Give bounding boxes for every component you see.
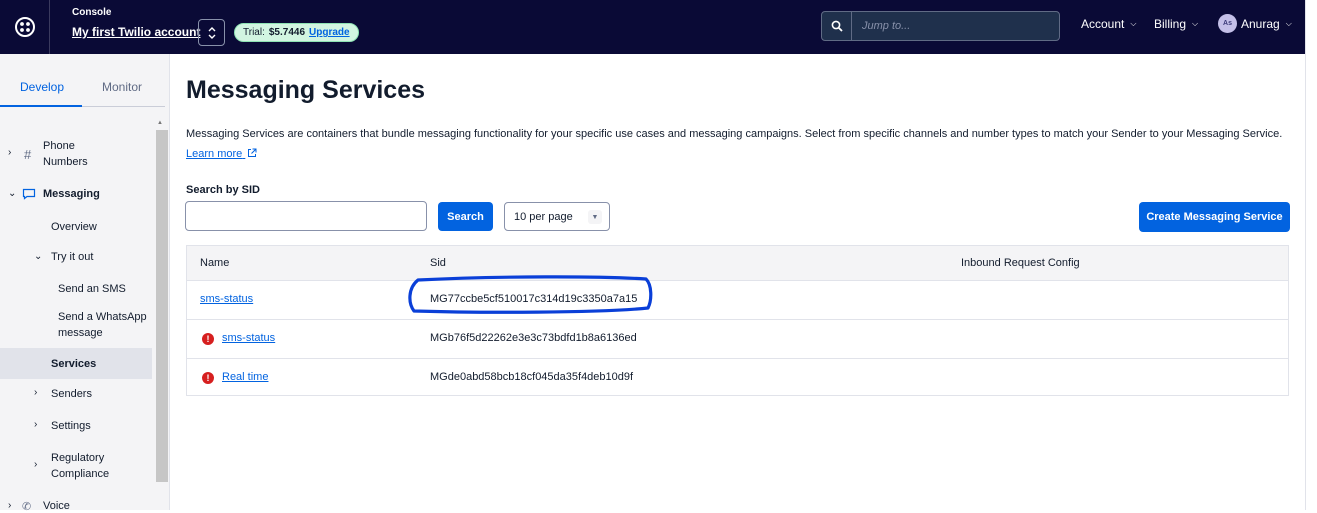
search-by-sid-label: Search by SID <box>186 184 260 196</box>
sidebar-item-regulatory-compliance[interactable]: Regulatory <box>51 452 104 464</box>
chevron-right-icon[interactable]: › <box>34 419 37 430</box>
service-sid: MGde0abd58bcb18cf045da35f4deb10d9f <box>430 371 634 383</box>
chevron-right-icon[interactable]: › <box>8 147 11 158</box>
sidebar-item-send-whatsapp-line2[interactable]: message <box>58 327 103 339</box>
account-switcher-button[interactable] <box>198 19 225 46</box>
table-row[interactable]: sms-status MG77ccbe5cf510017c314d19c3350… <box>187 281 1288 320</box>
billing-menu-label: Billing <box>1154 17 1187 31</box>
chevron-down-icon: ⌵ <box>1130 19 1137 28</box>
avatar[interactable]: As <box>1218 14 1237 33</box>
learn-more-label: Learn more <box>186 148 243 160</box>
sidebar-item-phone-numbers[interactable]: Phone <box>43 140 75 152</box>
account-menu-label: Account <box>1081 17 1125 31</box>
chevron-down-icon: ▼ <box>588 210 602 224</box>
page-description: Messaging Services are containers that b… <box>186 128 1283 140</box>
per-page-value: 10 per page <box>514 210 573 223</box>
user-name: Anurag <box>1241 17 1280 31</box>
messaging-services-table: Name Sid Inbound Request Config sms-stat… <box>186 245 1289 396</box>
table-row[interactable]: ! sms-status MGb76f5d22262e3e3c73bdfd1b8… <box>187 320 1288 359</box>
sidebar: Develop Monitor ▲ › # Phone Numbers ⌄ Me… <box>0 54 170 513</box>
service-name-link[interactable]: sms-status <box>200 293 253 305</box>
top-bar: Console My first Twilio account Trial: $… <box>0 0 1305 54</box>
service-sid: MG77ccbe5cf510017c314d19c3350a7a15 <box>430 293 638 305</box>
table-row[interactable]: ! Real time MGde0abd58bcb18cf045da35f4de… <box>187 359 1288 398</box>
twilio-logo-icon[interactable] <box>0 0 50 54</box>
sidebar-scrollbar-thumb[interactable] <box>156 130 168 482</box>
column-header-inbound-request-config: Inbound Request Config <box>961 257 1080 269</box>
sidebar-item-settings[interactable]: Settings <box>51 420 91 432</box>
sidebar-item-voice[interactable]: Voice <box>43 500 70 512</box>
chevron-right-icon[interactable]: › <box>34 459 37 470</box>
account-menu[interactable]: Account ⌵ <box>1081 17 1136 31</box>
console-label: Console <box>72 7 112 18</box>
sidebar-item-senders[interactable]: Senders <box>51 388 92 400</box>
chevron-down-icon: ⌵ <box>1285 19 1292 28</box>
error-icon: ! <box>202 333 214 345</box>
chevron-down-icon: ⌵ <box>1192 19 1199 28</box>
main-content: Messaging Services Messaging Services ar… <box>171 54 1305 510</box>
phone-icon: ✆ <box>22 501 32 513</box>
service-name-link[interactable]: sms-status <box>222 332 275 344</box>
jump-to-input[interactable] <box>853 12 1059 40</box>
trial-amount: $5.7446 <box>268 27 306 38</box>
user-menu[interactable]: Anurag ⌵ <box>1241 17 1292 31</box>
create-messaging-service-button[interactable]: Create Messaging Service <box>1139 202 1290 232</box>
account-name-link[interactable]: My first Twilio account <box>72 25 200 39</box>
sidebar-item-regulatory-compliance-line2[interactable]: Compliance <box>51 468 109 480</box>
billing-menu[interactable]: Billing ⌵ <box>1154 17 1198 31</box>
upgrade-link[interactable]: Upgrade <box>309 27 350 38</box>
learn-more-link[interactable]: Learn more <box>186 148 257 160</box>
per-page-select[interactable]: 10 per page ▼ <box>504 202 610 231</box>
chevron-down-icon[interactable]: ⌄ <box>34 251 42 262</box>
chevron-up-down-icon <box>208 26 215 39</box>
hash-icon: # <box>24 147 32 162</box>
external-link-icon <box>248 148 257 157</box>
chevron-right-icon[interactable]: › <box>8 500 11 511</box>
sidebar-item-send-sms[interactable]: Send an SMS <box>58 283 126 295</box>
chat-bubble-icon <box>22 188 36 203</box>
search-by-sid-input[interactable] <box>185 201 427 231</box>
search-icon <box>822 12 852 40</box>
sidebar-item-services[interactable]: Services <box>51 358 96 370</box>
tab-monitor[interactable]: Monitor <box>102 80 142 94</box>
sidebar-item-send-whatsapp[interactable]: Send a WhatsApp <box>58 311 147 323</box>
trial-prefix: Trial: <box>243 27 265 38</box>
sidebar-item-try-it-out[interactable]: Try it out <box>51 251 93 263</box>
sidebar-tabs: Develop Monitor <box>0 54 165 108</box>
error-icon: ! <box>202 372 214 384</box>
search-button[interactable]: Search <box>438 202 493 231</box>
table-header: Name Sid Inbound Request Config <box>187 246 1288 281</box>
tab-develop[interactable]: Develop <box>20 80 64 94</box>
active-tab-indicator <box>0 105 82 107</box>
sidebar-item-overview[interactable]: Overview <box>51 221 97 233</box>
trial-balance-badge: Trial: $5.7446 Upgrade <box>234 23 359 42</box>
jump-to-search[interactable] <box>821 11 1060 41</box>
column-header-name: Name <box>200 257 230 269</box>
column-header-sid: Sid <box>430 257 446 269</box>
sidebar-item-phone-numbers-line2[interactable]: Numbers <box>43 156 88 168</box>
page-right-edge <box>1305 0 1317 510</box>
chevron-down-icon[interactable]: ⌄ <box>8 188 16 199</box>
service-name-link[interactable]: Real time <box>222 371 268 383</box>
sidebar-item-messaging[interactable]: Messaging <box>43 188 100 200</box>
scroll-up-arrow-icon[interactable]: ▲ <box>157 120 163 126</box>
service-sid: MGb76f5d22262e3e3c73bdfd1b8a6136ed <box>430 332 637 344</box>
page-title: Messaging Services <box>186 76 426 104</box>
chevron-right-icon[interactable]: › <box>34 387 37 398</box>
